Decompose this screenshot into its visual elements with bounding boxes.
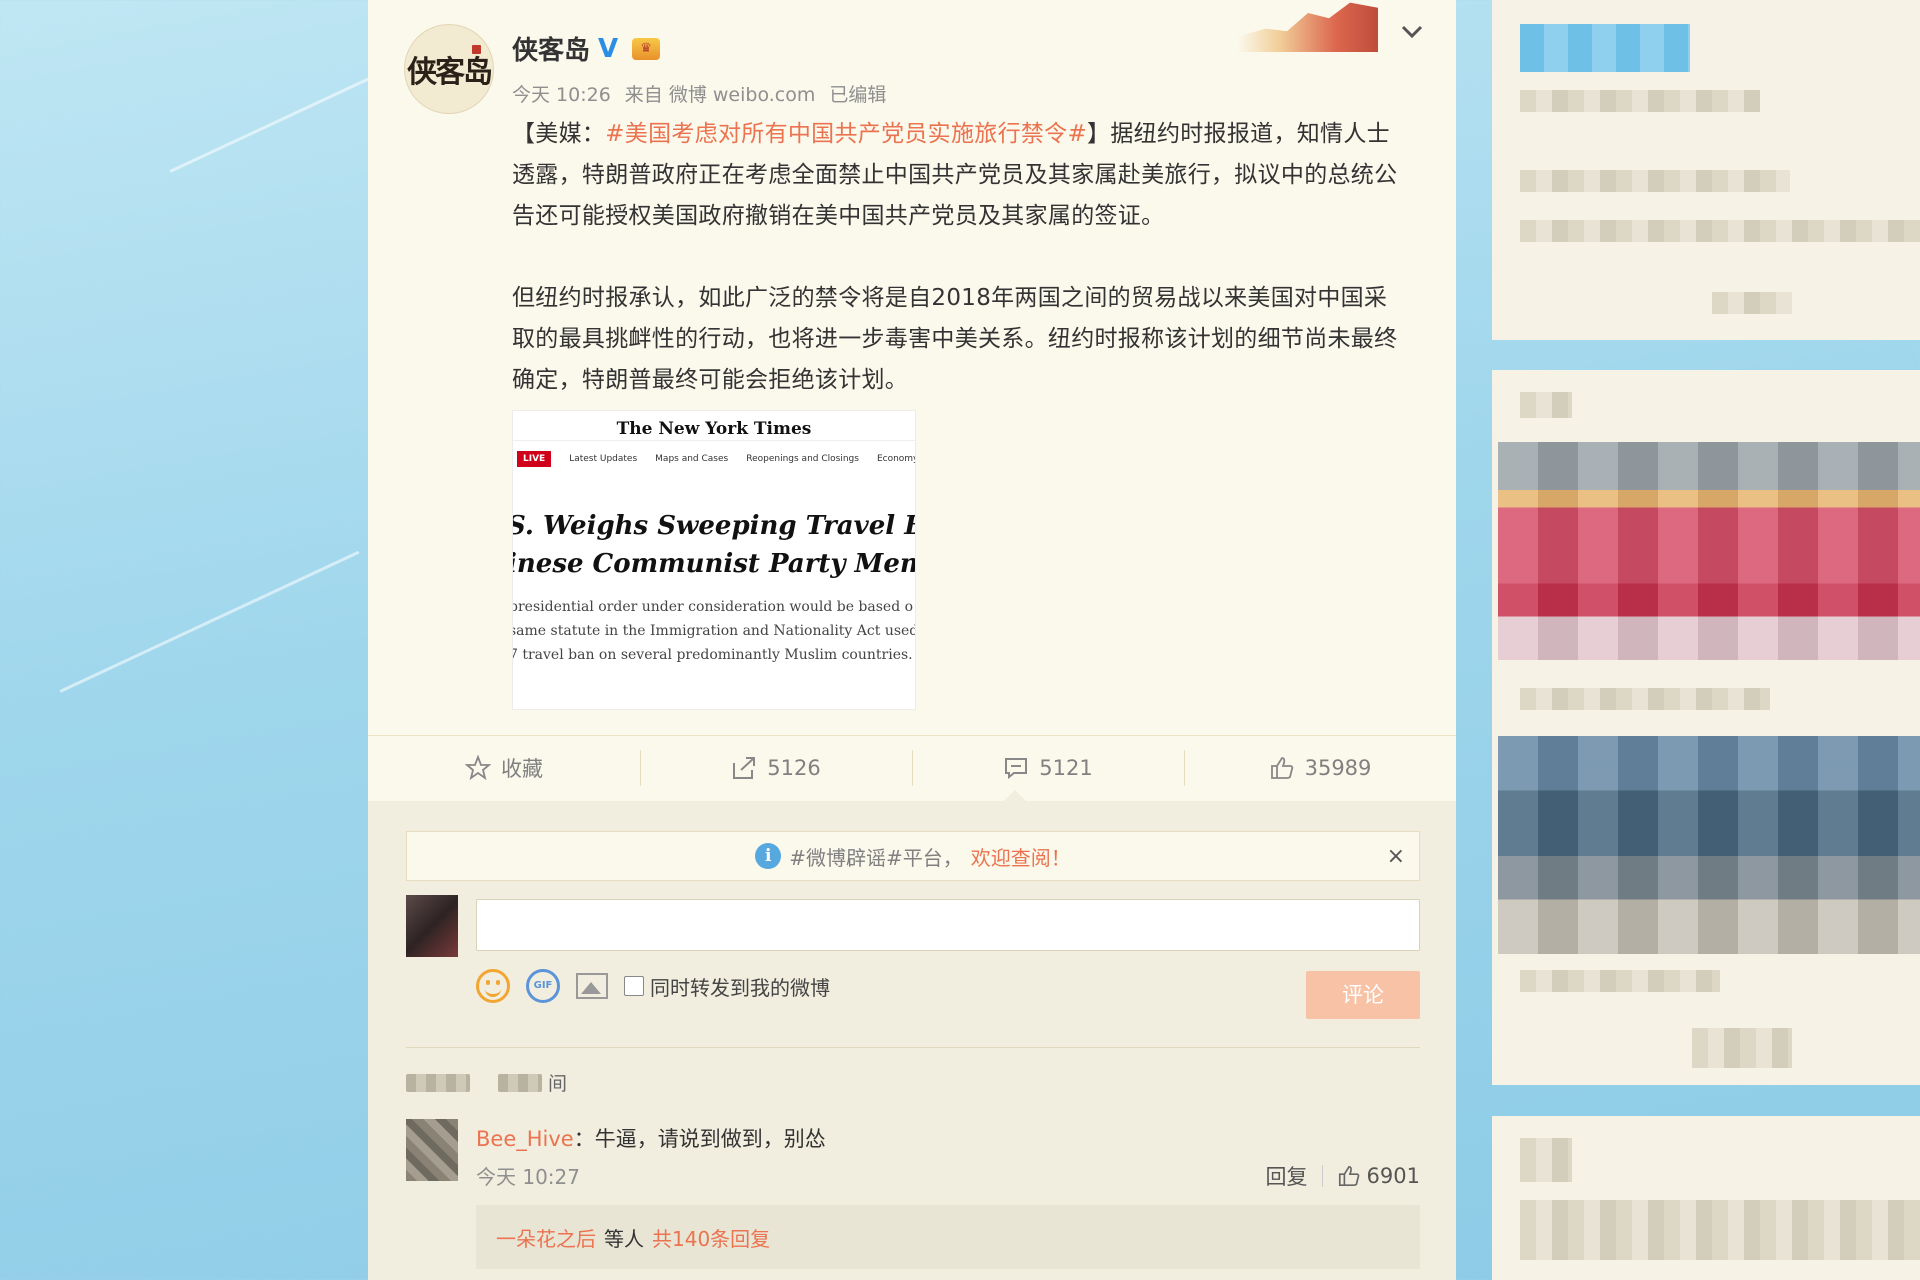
pixelated-button[interactable] [1712, 292, 1792, 314]
repost-button[interactable]: 5126 [640, 748, 912, 788]
sidebar-panel-3 [1492, 1116, 1920, 1280]
author-row: 侠客岛 V ♛ [512, 30, 661, 67]
nyt-headline: S. Weighs Sweeping Travel Ban on inese C… [512, 511, 915, 579]
pixelated-title [1520, 392, 1572, 418]
separator [1321, 1165, 1323, 1187]
author-avatar[interactable]: 侠客岛 [404, 24, 494, 114]
comment-caret [1004, 790, 1026, 801]
share-icon [733, 756, 756, 779]
nyt-nav-item: Reopenings and Closings [746, 454, 859, 464]
thumbs-up-icon [1338, 1165, 1359, 1187]
pixelated-text [1520, 970, 1720, 992]
verified-icon: V [598, 33, 619, 64]
comment-text: Bee_Hive：牛逼，请说到做到，别怂 [476, 1127, 826, 1151]
author-name[interactable]: 侠客岛 [512, 30, 590, 67]
comment-actions: 回复 6901 [1266, 1161, 1420, 1191]
pixelated-title [1520, 24, 1690, 72]
info-icon: i [755, 843, 782, 869]
favorite-button[interactable]: 收藏 [368, 748, 640, 788]
comment-section: i #微博辟谣#平台， 欢迎查阅！ × GIF 同时转发到我的微博 评论 间 Be… [368, 801, 1456, 1280]
replies-summary: 一朵花之后 等人 共140条回复 [476, 1205, 1420, 1269]
sort-tab-time[interactable] [498, 1073, 542, 1092]
post-edited: 已编辑 [829, 84, 887, 106]
pixelated-button[interactable] [1692, 1028, 1792, 1068]
divider [406, 1047, 1420, 1048]
post-action-bar: 收藏 5126 5121 35989 [368, 735, 1456, 799]
sort-tab-time-label: 间 [548, 1073, 568, 1095]
post-paragraph: 【美媒：#美国考虑对所有中国共产党员实施旅行禁令#】据纽约时报报道，知情人士透露… [512, 121, 1398, 229]
emoji-icon[interactable] [476, 969, 510, 1003]
nyt-masthead: The New York Times [513, 411, 915, 441]
nyt-live-badge: LIVE [517, 451, 552, 467]
comment-like-button[interactable]: 6901 [1337, 1164, 1420, 1188]
background-streak [169, 77, 371, 173]
notice-link[interactable]: 欢迎查阅！ [971, 842, 1071, 871]
gif-icon[interactable]: GIF [526, 969, 560, 1003]
nyt-body: presidential order under consideration w… [512, 599, 916, 663]
post-paragraph: 但纽约时报承认，如此广泛的禁令将是自2018年两国之间的贸易战以来美国对中国采取… [512, 285, 1398, 393]
comment-icon [1005, 757, 1028, 779]
comment-button[interactable]: 5121 [912, 748, 1184, 788]
post-meta: 今天 10:26 来自 微博 weibo.com 已编辑 [512, 80, 886, 107]
commenter-avatar[interactable] [406, 1119, 458, 1181]
composer-tools: GIF 同时转发到我的微博 [476, 969, 830, 1003]
sort-tab-hot[interactable] [406, 1073, 470, 1092]
submit-comment-button[interactable]: 评论 [1306, 971, 1420, 1019]
rumor-notice: i #微博辟谣#平台， 欢迎查阅！ × [406, 831, 1420, 881]
nyt-nav: LIVE Latest Updates Maps and Cases Reope… [513, 441, 915, 477]
pixelated-text [1520, 90, 1760, 112]
pixelated-image[interactable] [1498, 736, 1920, 954]
background-streak [59, 550, 360, 693]
post-image[interactable]: The New York Times LIVE Latest Updates M… [512, 410, 916, 710]
post-time[interactable]: 今天 10:26 [512, 80, 611, 107]
commenter-name[interactable]: Bee_Hive [476, 1127, 574, 1151]
thumbs-up-icon [1270, 756, 1293, 779]
comment-sort-tabs: 间 [406, 1069, 567, 1096]
great-wall-decoration [1238, 2, 1378, 52]
sidebar-panel-1 [1492, 0, 1920, 340]
my-avatar[interactable] [406, 895, 458, 957]
comment-time: 今天 10:27 [476, 1165, 580, 1189]
pixelated-text [1520, 220, 1920, 242]
pixelated-text [1520, 1200, 1920, 1260]
sidebar-panel-2 [1492, 370, 1920, 1085]
image-icon[interactable] [576, 973, 608, 999]
view-replies-link[interactable]: 共140条回复 [652, 1223, 770, 1252]
vip-crown-icon: ♛ [632, 37, 661, 60]
pixelated-image[interactable] [1498, 442, 1920, 660]
checkbox[interactable] [624, 976, 644, 996]
nyt-nav-item: Economy and Ma [876, 454, 916, 464]
reply-button[interactable]: 回复 [1266, 1161, 1308, 1191]
repost-checkbox[interactable]: 同时转发到我的微博 [624, 972, 830, 1001]
pixelated-text [1520, 170, 1790, 192]
nyt-nav-item: Latest Updates [569, 454, 638, 464]
close-icon[interactable]: × [1387, 844, 1405, 869]
weibo-post-card: 侠客岛 侠客岛 V ♛ 今天 10:26 来自 微博 weibo.com 已编辑… [368, 0, 1456, 1280]
comment-input[interactable] [476, 899, 1420, 951]
avatar-seal [472, 45, 481, 54]
like-button[interactable]: 35989 [1184, 748, 1456, 788]
post-source: 来自 微博 weibo.com [624, 84, 816, 106]
chevron-down-icon[interactable] [1398, 18, 1426, 46]
star-icon [465, 754, 491, 780]
nyt-nav-item: Maps and Cases [655, 454, 729, 464]
reply-user-link[interactable]: 一朵花之后 [496, 1223, 596, 1252]
pixelated-title [1520, 1138, 1572, 1182]
pixelated-text [1520, 688, 1770, 710]
notice-topic[interactable]: #微博辟谣#平台， [789, 842, 963, 871]
topic-link[interactable]: #美国考虑对所有中国共产党员实施旅行禁令# [605, 121, 1087, 147]
post-body: 【美媒：#美国考虑对所有中国共产党员实施旅行禁令#】据纽约时报报道，知情人士透露… [512, 114, 1402, 401]
